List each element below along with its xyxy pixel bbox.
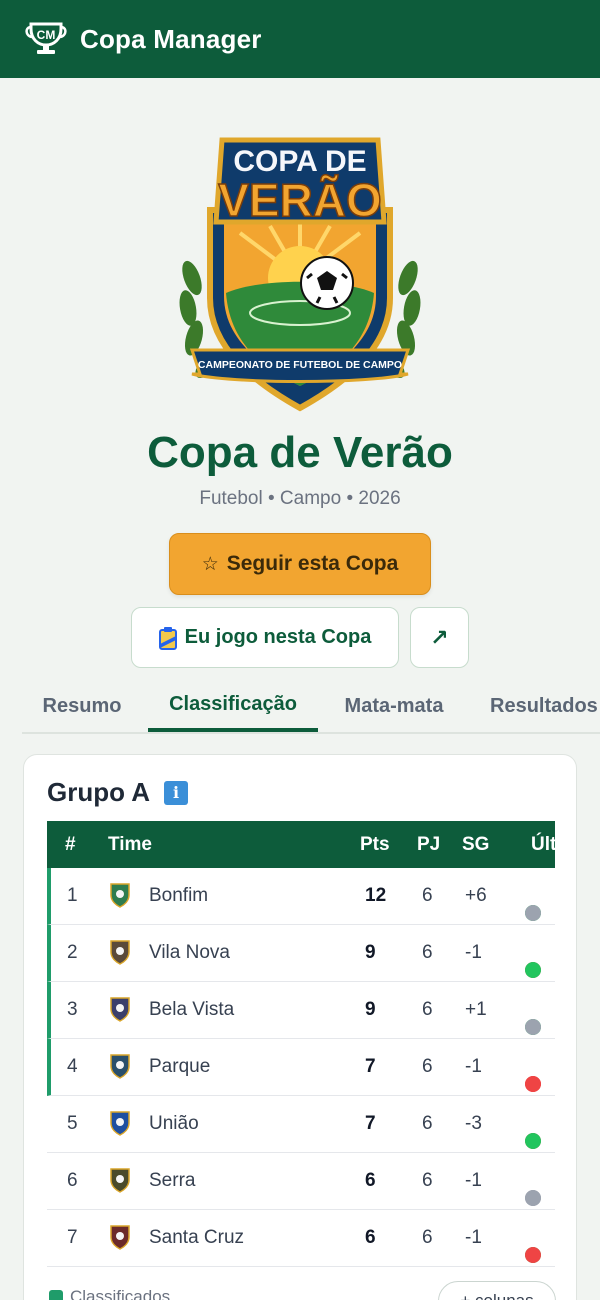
star-icon: ☆ bbox=[201, 553, 219, 575]
player-badge-icon bbox=[158, 626, 177, 650]
tab-resumo[interactable]: Resumo bbox=[22, 680, 142, 732]
team-name[interactable]: Parque bbox=[149, 1056, 210, 1078]
more-columns-button[interactable]: + colunas bbox=[438, 1281, 556, 1300]
svg-text:CM: CM bbox=[37, 28, 56, 42]
col-pts[interactable]: Pts bbox=[360, 834, 390, 856]
legend-qualified: Classificados bbox=[49, 1287, 170, 1300]
team-crest-icon bbox=[109, 1167, 131, 1193]
team-played: 6 bbox=[422, 1170, 433, 1191]
team-crest-icon bbox=[109, 996, 131, 1022]
table-row[interactable]: 2 Vila Nova 9 6 -1 bbox=[47, 925, 555, 982]
team-goal-diff: -1 bbox=[465, 1170, 482, 1191]
row-position: 5 bbox=[67, 1113, 78, 1134]
trophy-cm-icon[interactable]: CM bbox=[22, 19, 70, 59]
team-played: 6 bbox=[422, 942, 433, 963]
team-goal-diff: +1 bbox=[465, 999, 487, 1020]
group-title: Grupo A bbox=[47, 777, 151, 807]
app-header: CM Copa Manager bbox=[0, 0, 600, 78]
tab-mata-mata[interactable]: Mata-mata bbox=[328, 680, 460, 732]
table-row[interactable]: 6 Serra 6 6 -1 bbox=[47, 1153, 555, 1210]
team-played: 6 bbox=[422, 1227, 433, 1248]
table-header: # Time Pts PJ SG Últimos bbox=[47, 821, 555, 868]
team-name[interactable]: Serra bbox=[149, 1170, 195, 1192]
i-play-button[interactable]: Eu jogo nesta Copa bbox=[131, 607, 399, 668]
team-played: 6 bbox=[422, 1113, 433, 1134]
team-played: 6 bbox=[422, 999, 433, 1020]
team-points: 6 bbox=[365, 1227, 376, 1248]
team-crest-icon bbox=[109, 939, 131, 965]
table-row[interactable]: 7 Santa Cruz 6 6 -1 bbox=[47, 1210, 555, 1267]
form-dot bbox=[525, 905, 541, 921]
team-crest-icon bbox=[109, 1053, 131, 1079]
cup-meta: Futebol • Campo • 2026 bbox=[199, 488, 401, 509]
row-position: 7 bbox=[67, 1227, 78, 1248]
tab-resultados[interactable]: Resultados bbox=[480, 680, 600, 732]
team-goal-diff: -1 bbox=[465, 1227, 482, 1248]
form-dot bbox=[525, 1190, 541, 1206]
row-position: 4 bbox=[67, 1056, 78, 1077]
team-name[interactable]: União bbox=[149, 1113, 199, 1135]
team-points: 12 bbox=[365, 885, 387, 906]
team-points: 9 bbox=[365, 999, 376, 1020]
col-pos[interactable]: # bbox=[65, 834, 76, 856]
team-goal-diff: -1 bbox=[465, 1056, 482, 1077]
form-dot bbox=[525, 1247, 541, 1263]
row-position: 1 bbox=[67, 885, 78, 906]
col-sg[interactable]: SG bbox=[462, 834, 489, 856]
follow-cup-button[interactable]: ☆ Seguir esta Copa bbox=[169, 533, 431, 595]
share-icon: ↗ bbox=[430, 624, 449, 650]
team-points: 7 bbox=[365, 1113, 376, 1134]
row-position: 2 bbox=[67, 942, 78, 963]
team-goal-diff: +6 bbox=[465, 885, 487, 906]
table-row[interactable]: 1 Bonfim 12 6 +6 bbox=[47, 868, 555, 925]
team-played: 6 bbox=[422, 1056, 433, 1077]
col-form[interactable]: Últimos bbox=[531, 834, 555, 856]
tab-bar: Resumo Classificação Mata-mata Resultado… bbox=[22, 680, 600, 734]
team-name[interactable]: Santa Cruz bbox=[149, 1227, 244, 1249]
app-brand[interactable]: Copa Manager bbox=[80, 24, 262, 55]
team-played: 6 bbox=[422, 885, 433, 906]
team-goal-diff: -3 bbox=[465, 1113, 482, 1134]
col-pj[interactable]: PJ bbox=[417, 834, 440, 856]
standings-table: # Time Pts PJ SG Últimos 1 Bonfim 12 6 +6 2 Vi… bbox=[47, 821, 555, 1267]
group-card: Grupo A i # Time Pts PJ SG Últimos 1 Bonf… bbox=[23, 754, 577, 1300]
team-points: 9 bbox=[365, 942, 376, 963]
crest-main-text: VERÃO bbox=[218, 174, 382, 226]
cup-title: Copa de Verão bbox=[147, 428, 453, 477]
crest-ribbon-text: CAMPEONATO DE FUTEBOL DE CAMPO bbox=[198, 359, 402, 371]
col-team[interactable]: Time bbox=[108, 834, 152, 856]
group-heading: Grupo A i bbox=[47, 777, 189, 808]
team-crest-icon bbox=[109, 1110, 131, 1136]
legend-label: Classificados bbox=[70, 1287, 171, 1300]
info-icon[interactable]: i bbox=[164, 780, 189, 805]
team-points: 6 bbox=[365, 1170, 376, 1191]
team-crest-icon bbox=[109, 1224, 131, 1250]
table-row[interactable]: 4 Parque 7 6 -1 bbox=[47, 1039, 555, 1096]
team-name[interactable]: Vila Nova bbox=[149, 942, 230, 964]
share-button[interactable]: ↗ bbox=[410, 607, 469, 668]
team-name[interactable]: Bela Vista bbox=[149, 999, 234, 1021]
form-dot bbox=[525, 1076, 541, 1092]
team-crest-icon bbox=[109, 882, 131, 908]
table-row[interactable]: 3 Bela Vista 9 6 +1 bbox=[47, 982, 555, 1039]
form-dot bbox=[525, 1133, 541, 1149]
table-row[interactable]: 5 União 7 6 -3 bbox=[47, 1096, 555, 1153]
row-position: 3 bbox=[67, 999, 78, 1020]
row-position: 6 bbox=[67, 1170, 78, 1191]
form-dot bbox=[525, 962, 541, 978]
table-body: 1 Bonfim 12 6 +6 2 Vila Nova 9 6 -1 3 Bela Vista 9 6 +… bbox=[47, 868, 555, 1267]
follow-label: Seguir esta Copa bbox=[226, 552, 399, 575]
team-points: 7 bbox=[365, 1056, 376, 1077]
play-label: Eu jogo nesta Copa bbox=[184, 626, 372, 648]
qualified-swatch bbox=[49, 1290, 63, 1300]
cup-crest-logo: COPA DE VERÃO CAMPEONATO DE FUTEBOL DE C… bbox=[170, 128, 430, 413]
team-name[interactable]: Bonfim bbox=[149, 885, 208, 907]
form-dot bbox=[525, 1019, 541, 1035]
tab-classificacao[interactable]: Classificação bbox=[148, 680, 318, 732]
team-goal-diff: -1 bbox=[465, 942, 482, 963]
